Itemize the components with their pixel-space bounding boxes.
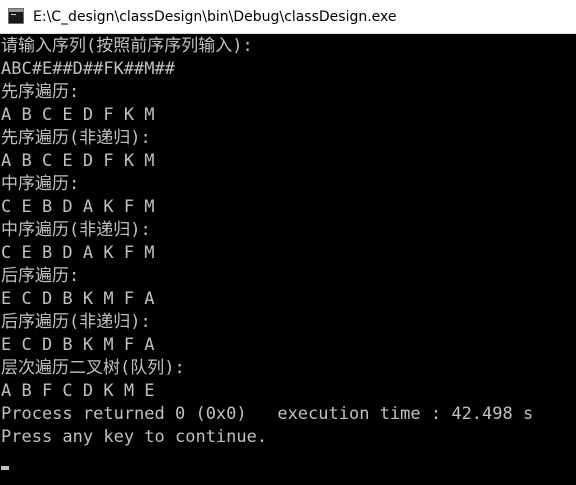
console-line-preorder-result: A B C E D F K M	[1, 105, 155, 125]
console-line-postorder-nr-heading: 后序遍历(非递归):	[1, 312, 151, 332]
text-cursor	[1, 466, 9, 470]
console-line-inorder-heading: 中序遍历:	[1, 174, 80, 194]
console-app-icon-prompt	[11, 14, 16, 15]
console-line-process-returned: Process returned 0 (0x0) execution time …	[1, 404, 534, 424]
console-line-preorder-nr-result: A B C E D F K M	[1, 151, 155, 171]
console-line-inorder-nr-heading: 中序遍历(非递归):	[1, 220, 151, 240]
console-scrollbar[interactable]	[566, 35, 576, 485]
console-line-inorder-result: C E B D A K F M	[1, 197, 155, 217]
console-line-postorder-heading: 后序遍历:	[1, 266, 80, 286]
console-line-preorder-nr-heading: 先序遍历(非递归):	[1, 128, 151, 148]
console-window: E:\C_design\classDesign\bin\Debug\classD…	[0, 0, 576, 485]
console-app-icon-bar	[9, 9, 23, 12]
console-line-press-any-key: Press any key to continue.	[1, 427, 268, 447]
console-line-postorder-result: E C D B K M F A	[1, 289, 155, 309]
console-app-icon[interactable]	[8, 8, 24, 24]
console-line-postorder-nr-result: E C D B K M F A	[1, 335, 155, 355]
console-line-levelorder-heading: 层次遍历二叉树(队列):	[1, 358, 185, 378]
console-output[interactable]: 请输入序列(按照前序序列输入): ABC#E##D##FK##M## 先序遍历:…	[0, 35, 566, 485]
console-line-preorder-heading: 先序遍历:	[1, 82, 80, 102]
console-line-prompt: 请输入序列(按照前序序列输入):	[1, 36, 253, 56]
console-line-inorder-nr-result: C E B D A K F M	[1, 243, 155, 263]
title-bar[interactable]: E:\C_design\classDesign\bin\Debug\classD…	[0, 0, 576, 34]
console-line-levelorder-result: A B F C D K M E	[1, 381, 155, 401]
window-title: E:\C_design\classDesign\bin\Debug\classD…	[33, 9, 397, 25]
console-line-input: ABC#E##D##FK##M##	[1, 59, 175, 79]
